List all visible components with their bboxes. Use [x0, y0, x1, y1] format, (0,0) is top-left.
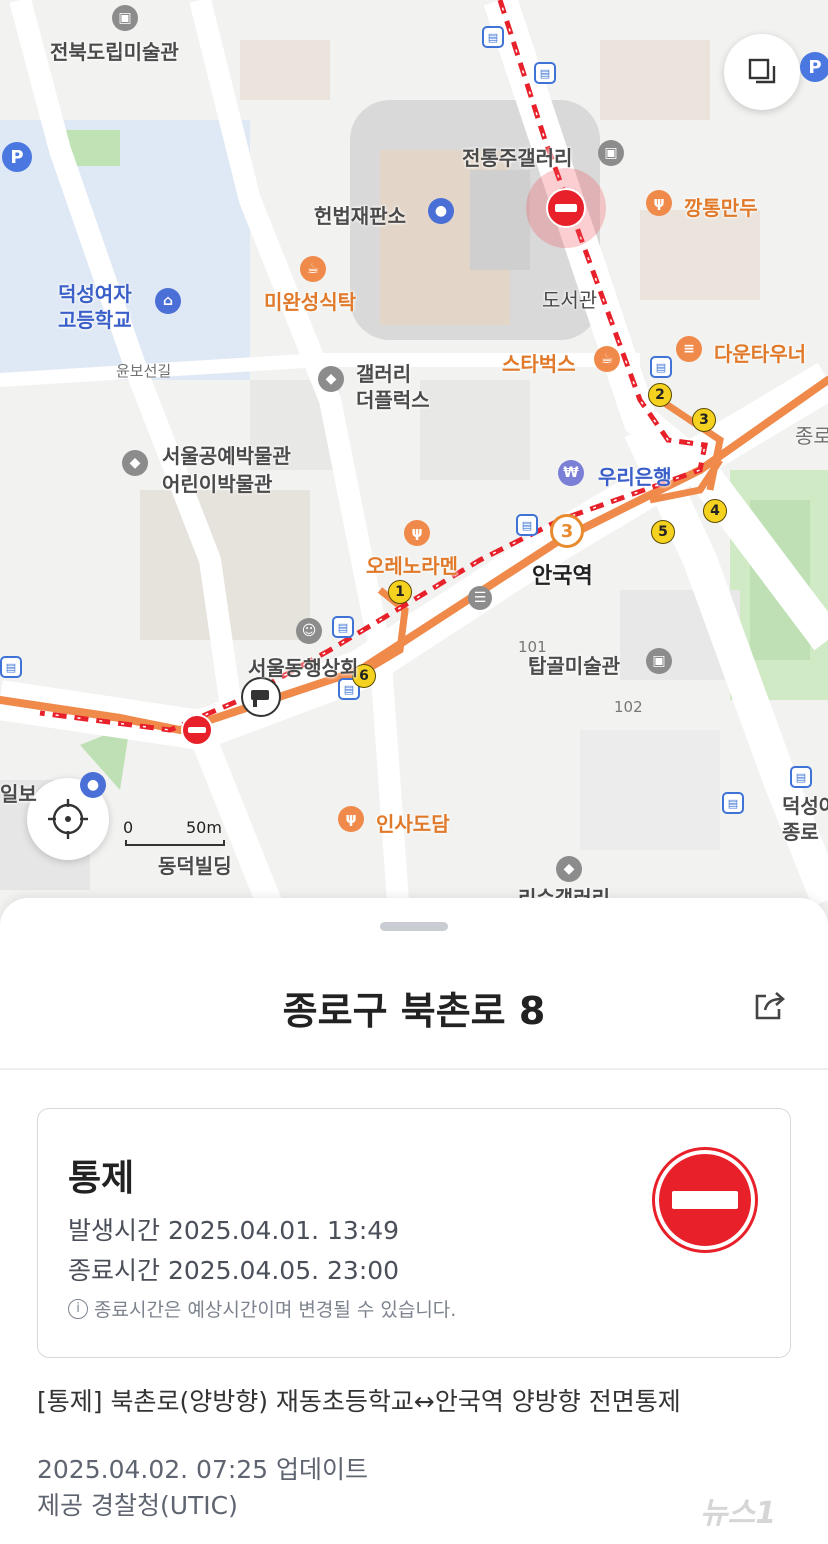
map-label[interactable]: 전통주갤러리 [462, 142, 572, 171]
estimate-note: i 종료시간은 예상시간이며 변경될 수 있습니다. [68, 1295, 456, 1322]
subway-line-3-icon[interactable]: 3 [550, 514, 584, 548]
poi-icon: ● [80, 772, 106, 798]
bottom-sheet: 종로구 북촌로 8 통제 발생시간 2025.04.01. 13:49 종료시간… [0, 898, 828, 1544]
incident-description: [통제] 북촌로(양방향) 재동초등학교↔안국역 양방향 전면통제 [37, 1387, 681, 1416]
bus-stop-icon[interactable]: ▤ [790, 766, 812, 788]
scale-distance: 50m [186, 818, 222, 837]
incident-card: 통제 발생시간 2025.04.01. 13:49 종료시간 2025.04.0… [37, 1108, 791, 1358]
museum-icon: ▣ [112, 5, 138, 31]
watermark: 뉴스1 [700, 1496, 777, 1531]
station-label[interactable]: 안국역 [532, 558, 593, 590]
map-label[interactable]: 우리은행 [598, 461, 672, 490]
map-label[interactable]: 고등학교 [58, 304, 132, 333]
scale-bar [125, 840, 225, 846]
map-label[interactable]: 스타벅스 [502, 348, 576, 377]
divider [0, 1068, 828, 1070]
map-label[interactable]: 더플럭스 [356, 384, 430, 413]
gallery-icon: ◆ [318, 366, 344, 392]
cctv-icon[interactable] [240, 676, 282, 718]
exit-5-badge[interactable]: 5 [651, 520, 675, 544]
bus-stop-icon[interactable]: ▤ [722, 792, 744, 814]
end-time-row: 종료시간 2025.04.05. 23:00 [68, 1251, 399, 1287]
restaurant-icon: ψ [338, 806, 364, 832]
map-label[interactable]: 오레노라멘 [366, 550, 458, 579]
map-label[interactable]: 헌법재판소 [314, 200, 406, 229]
map-label[interactable]: 깡통만두 [684, 192, 758, 221]
end-time-label: 종료시간 [68, 1256, 161, 1285]
map-label[interactable]: 갤러리 [356, 358, 411, 387]
map-label[interactable]: 동덕빌딩 [158, 850, 232, 879]
bus-stop-icon[interactable]: ▤ [0, 656, 22, 678]
parking-icon: P [2, 142, 32, 172]
location-title: 종로구 북촌로 8 [282, 989, 546, 1033]
map-label[interactable]: 미완성식탁 [264, 286, 356, 315]
cafe-icon: ☕ [300, 256, 326, 282]
status-label: 통제 [68, 1158, 135, 1199]
data-provider: 제공 경찰청(UTIC) [37, 1491, 238, 1520]
closure-marker-icon[interactable] [546, 188, 586, 228]
map-label[interactable]: 다운타우너 [714, 338, 806, 367]
start-time-label: 발생시간 [68, 1216, 161, 1245]
map-label[interactable]: 덕성여자 [58, 278, 132, 307]
map-label[interactable]: 탑골미술관 [528, 650, 620, 679]
exit-4-badge[interactable]: 4 [703, 499, 727, 523]
cafe-icon: ☕ [594, 346, 620, 372]
bank-icon: ₩ [558, 460, 584, 486]
map-label[interactable]: 종로 [782, 816, 819, 845]
map-label[interactable]: 서울동행상회 [248, 652, 358, 681]
crosshair-icon [48, 799, 88, 839]
end-time-value: 2025.04.05. 23:00 [167, 1256, 400, 1285]
updated-time: 2025.04.02. 07:25 업데이트 [37, 1455, 369, 1484]
share-icon[interactable] [752, 988, 788, 1024]
map-label[interactable]: 전북도립미술관 [50, 36, 179, 65]
map-layer-button[interactable] [724, 34, 800, 110]
map-label[interactable]: 덕성여 [782, 790, 828, 819]
map-label[interactable]: 어린이박물관 [162, 468, 272, 497]
school-icon: ⌂ [155, 288, 181, 314]
info-icon: i [68, 1298, 88, 1319]
layers-icon [748, 58, 776, 84]
museum-icon: ◆ [122, 450, 148, 476]
parking-icon: P [800, 52, 828, 82]
bus-stop-icon[interactable]: ▤ [332, 616, 354, 638]
restaurant-icon: ψ [646, 190, 672, 216]
gallery-icon: ▣ [646, 648, 672, 674]
restaurant-icon: ≡ [676, 336, 702, 362]
bus-stop-icon[interactable]: ▤ [534, 62, 556, 84]
map-label[interactable]: 인사도담 [376, 808, 450, 837]
sheet-drag-handle[interactable] [380, 922, 448, 931]
start-time-row: 발생시간 2025.04.01. 13:49 [68, 1211, 399, 1247]
gallery-icon: ◆ [556, 856, 582, 882]
exit-3-badge[interactable]: 3 [692, 408, 716, 432]
map-label[interactable]: 서울공예박물관 [162, 440, 291, 469]
building-number: 102 [614, 698, 643, 716]
subway-exit-icon: ☰ [468, 586, 492, 610]
no-entry-icon [652, 1147, 758, 1253]
shop-icon: ☺ [296, 618, 322, 644]
gallery-icon: ▣ [598, 140, 624, 166]
map-label[interactable]: 일보 [0, 778, 37, 807]
exit-2-badge[interactable]: 2 [648, 383, 672, 407]
restaurant-icon: ψ [404, 520, 430, 546]
street-label: 종로 [795, 424, 828, 448]
bus-stop-icon[interactable]: ▤ [482, 26, 504, 48]
bus-stop-icon[interactable]: ▤ [650, 356, 672, 378]
court-icon: ● [428, 198, 454, 224]
map-label[interactable]: 도서관 [542, 284, 597, 313]
closure-marker-icon[interactable] [181, 714, 213, 746]
scale-zero: 0 [123, 818, 134, 837]
note-text: 종료시간은 예상시간이며 변경될 수 있습니다. [94, 1299, 457, 1321]
map-view[interactable]: P 0 50m ▣ ▣ ● ψ ⌂ ☕ ☕ ≡ ◆ ◆ ₩ ψ ☰ ☺ ▣ ψ … [0, 0, 828, 930]
street-label: 윤보선길 [116, 362, 172, 380]
start-time-value: 2025.04.01. 13:49 [167, 1216, 400, 1245]
exit-1-badge[interactable]: 1 [388, 580, 412, 604]
bus-stop-icon[interactable]: ▤ [516, 514, 538, 536]
